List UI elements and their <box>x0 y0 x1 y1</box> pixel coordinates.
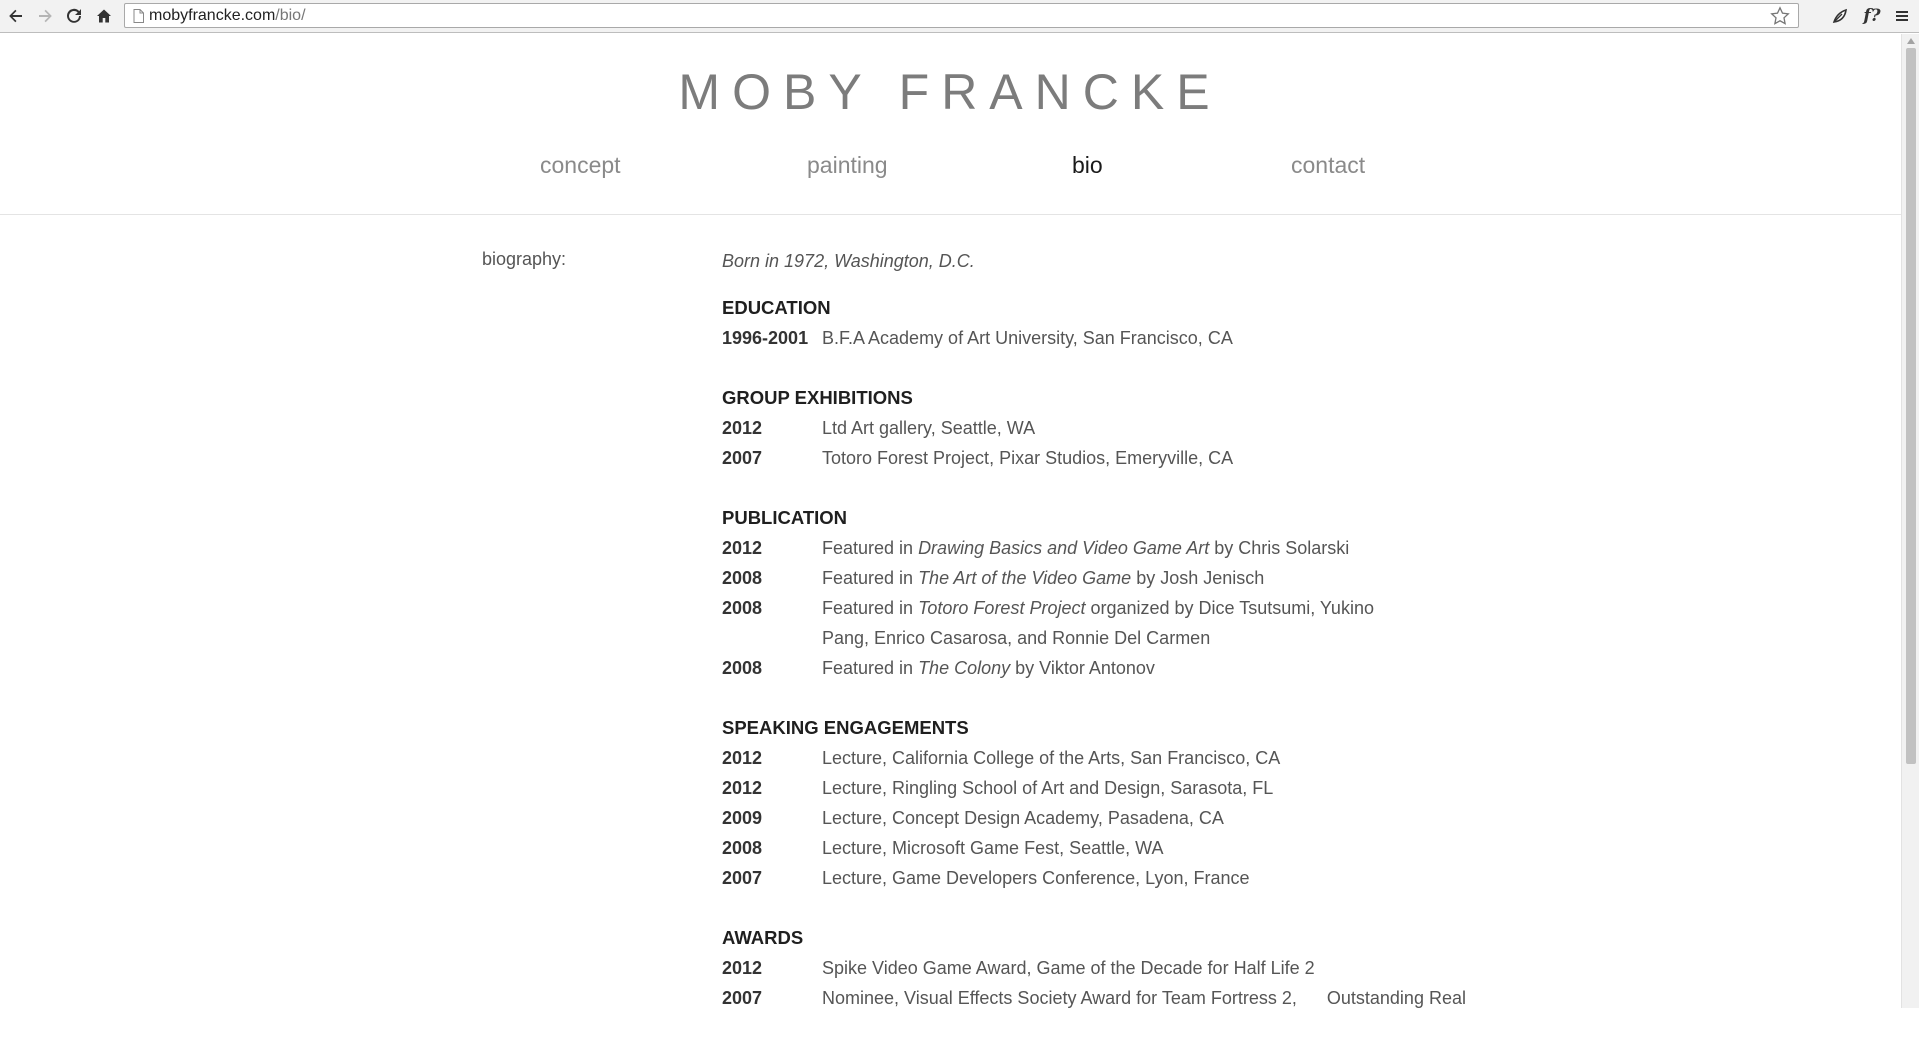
publication-title: Drawing Basics and Video Game Art <box>918 538 1210 558</box>
entry-year: 2008 <box>722 568 763 588</box>
entry-year: 2007 <box>722 988 763 1008</box>
publication-title: The Art of the Video Game <box>918 568 1132 588</box>
browser-toolbar: mobyfrancke.com/bio/ f? <box>0 0 1919 33</box>
section-title: SPEAKING ENGAGEMENTS <box>722 717 969 738</box>
forward-arrow-icon <box>39 9 52 23</box>
award-entry: 2012 Spike Video Game Award, Game of the… <box>722 953 1422 983</box>
entry-text: Featured in Totoro Forest Project organi… <box>822 593 1422 653</box>
publication-title: Totoro Forest Project <box>918 598 1086 618</box>
font-extension-label: f? <box>1863 6 1881 26</box>
speaking-entry: 2009 Lecture, Concept Design Academy, Pa… <box>722 803 1422 833</box>
home-icon <box>97 9 111 23</box>
awards-section: AWARDS 2012 Spike Video Game Award, Game… <box>722 923 1466 1013</box>
menu-button[interactable] <box>1889 3 1915 29</box>
page-icon <box>133 9 144 23</box>
entry-year: 2012 <box>722 778 763 798</box>
entry-text: Featured in The Colony by Viktor Antonov <box>822 653 1422 683</box>
entry-text: B.F.A Academy of Art University, San Fra… <box>822 328 1233 348</box>
extension-leaf-icon <box>1832 8 1847 23</box>
url-host: mobyfrancke.com <box>149 7 276 24</box>
back-button[interactable] <box>3 3 29 29</box>
award-entry: 2007 Nominee, Visual Effects Society Awa… <box>722 983 1466 1013</box>
entry-suffix: by Josh Jenisch <box>1131 568 1265 588</box>
scroll-up-arrow-icon[interactable] <box>1906 37 1916 45</box>
address-bar[interactable]: mobyfrancke.com/bio/ <box>124 3 1799 28</box>
biography-label: biography: <box>482 249 567 269</box>
exhibition-entry: 2007 Totoro Forest Project, Pixar Studio… <box>722 443 1422 473</box>
education-entry: 1996-2001 B.F.A Academy of Art Universit… <box>722 323 1422 353</box>
font-extension-button[interactable]: f? <box>1858 3 1886 29</box>
publication-title: The Colony <box>918 658 1011 678</box>
entry-prefix: Featured in <box>822 568 919 588</box>
entry-text: Lecture, Game Developers Conference, Lyo… <box>822 868 1250 888</box>
entry-suffix: by Viktor Antonov <box>1010 658 1155 678</box>
entry-text: Lecture, California College of the Arts,… <box>822 748 1281 768</box>
entry-prefix: Featured in <box>822 538 919 558</box>
publication-section: PUBLICATION 2012 Featured in Drawing Bas… <box>722 503 1422 683</box>
site-title[interactable]: MOBY FRANCKE <box>0 62 1900 122</box>
exhibition-entry: 2012 Ltd Art gallery, Seattle, WA <box>722 413 1422 443</box>
entry-text: Ltd Art gallery, Seattle, WA <box>822 418 1036 438</box>
publication-entry: 2008 Featured in The Colony by Viktor An… <box>722 653 1422 683</box>
home-button[interactable] <box>91 3 117 29</box>
bookmark-star-icon[interactable] <box>1770 6 1790 26</box>
header-divider <box>0 214 1901 215</box>
entry-year: 2012 <box>722 418 763 438</box>
section-title: GROUP EXHIBITIONS <box>722 387 913 408</box>
entry-prefix: Featured in <box>822 658 919 678</box>
section-title: EDUCATION <box>722 297 831 318</box>
entry-text: Totoro Forest Project, Pixar Studios, Em… <box>822 448 1234 468</box>
entry-suffix: by Chris Solarski <box>1209 538 1350 558</box>
reload-button[interactable] <box>61 3 87 29</box>
entry-text: Lecture, Microsoft Game Fest, Seattle, W… <box>822 838 1164 858</box>
speaking-entry: 2007 Lecture, Game Developers Conference… <box>722 863 1422 893</box>
entry-year: 2008 <box>722 598 763 618</box>
group-exhibitions-section: GROUP EXHIBITIONS 2012 Ltd Art gallery, … <box>722 383 1422 473</box>
publication-entry: 2008 Featured in Totoro Forest Project o… <box>722 593 1422 653</box>
entry-year: 1996-2001 <box>722 328 809 348</box>
forward-button[interactable] <box>32 3 58 29</box>
publication-entry: 2012 Featured in Drawing Basics and Vide… <box>722 533 1422 563</box>
entry-year: 2008 <box>722 838 763 858</box>
nav-contact[interactable]: contact <box>1291 152 1365 179</box>
vertical-scrollbar[interactable] <box>1901 34 1919 1008</box>
reload-icon <box>67 8 81 23</box>
entry-text: Featured in The Art of the Video Game by… <box>822 563 1422 593</box>
nav-bio[interactable]: bio <box>1072 152 1103 179</box>
speaking-entry: 2012 Lecture, Ringling School of Art and… <box>722 773 1422 803</box>
back-arrow-icon <box>9 9 22 23</box>
section-title: AWARDS <box>722 927 804 948</box>
entry-text: Lecture, Ringling School of Art and Desi… <box>822 778 1274 798</box>
education-section: EDUCATION 1996-2001 B.F.A Academy of Art… <box>722 293 1422 353</box>
entry-year: 2012 <box>722 538 763 558</box>
entry-text: Nominee, Visual Effects Society Award fo… <box>822 988 1466 1008</box>
entry-prefix: Featured in <box>822 598 919 618</box>
entry-year: 2012 <box>722 958 763 978</box>
birth-info: Born in 1972, Washington, D.C. <box>722 251 975 271</box>
entry-year: 2012 <box>722 748 763 768</box>
entry-text: Featured in Drawing Basics and Video Gam… <box>822 533 1422 563</box>
speaking-engagements-section: SPEAKING ENGAGEMENTS 2012 Lecture, Calif… <box>722 713 1422 893</box>
entry-text: Lecture, Concept Design Academy, Pasaden… <box>822 808 1224 828</box>
entry-year: 2007 <box>722 448 763 468</box>
speaking-entry: 2012 Lecture, California College of the … <box>722 743 1422 773</box>
hamburger-menu-icon <box>1896 11 1908 21</box>
main-nav: concept painting bio contact <box>0 152 1900 188</box>
section-title: PUBLICATION <box>722 507 848 528</box>
entry-year: 2008 <box>722 658 763 678</box>
url-path: /bio/ <box>275 7 306 24</box>
url-text: mobyfrancke.com/bio/ <box>149 7 306 25</box>
entry-text: Spike Video Game Award, Game of the Deca… <box>822 958 1315 978</box>
biography-content: Born in 1972, Washington, D.C. EDUCATION… <box>722 249 1466 1043</box>
publication-entry: 2008 Featured in The Art of the Video Ga… <box>722 563 1422 593</box>
scrollbar-thumb[interactable] <box>1906 48 1916 764</box>
speaking-entry: 2008 Lecture, Microsoft Game Fest, Seatt… <box>722 833 1422 863</box>
extension-button[interactable] <box>1826 3 1854 29</box>
entry-year: 2009 <box>722 808 763 828</box>
nav-painting[interactable]: painting <box>807 152 888 179</box>
entry-year: 2007 <box>722 868 763 888</box>
nav-concept[interactable]: concept <box>540 152 621 179</box>
